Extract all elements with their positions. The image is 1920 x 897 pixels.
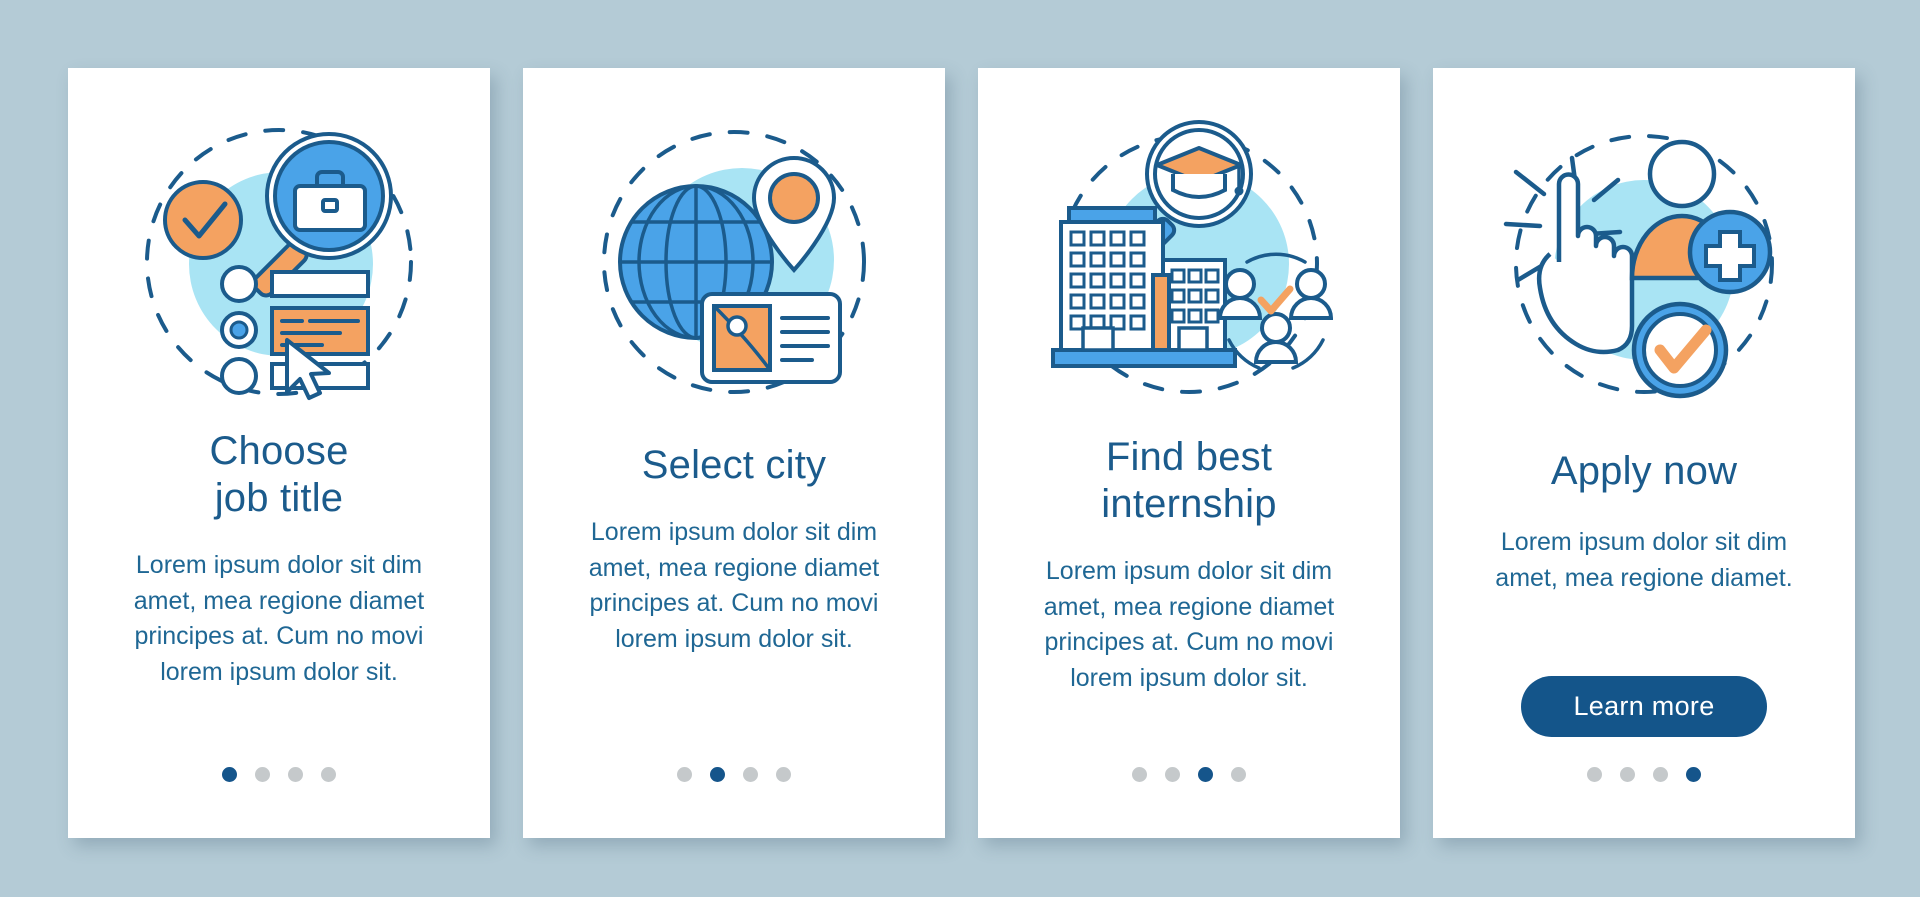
pagination-dot-1[interactable] xyxy=(1587,767,1602,782)
onboarding-card-find-best-internship[interactable]: Find best internship Lorem ipsum dolor s… xyxy=(978,68,1400,838)
pagination-dot-1[interactable] xyxy=(222,767,237,782)
pagination-dot-1[interactable] xyxy=(1132,767,1147,782)
onboarding-card-choose-job-title[interactable]: Choose job title Lorem ipsum dolor sit d… xyxy=(68,68,490,838)
job-search-illustration xyxy=(129,112,429,412)
card-title: Find best internship xyxy=(1101,435,1277,527)
card-body-text: Lorem ipsum dolor sit dim amet, mea regi… xyxy=(1495,528,1793,592)
onboarding-card-select-city[interactable]: Select city Lorem ipsum dolor sit dim am… xyxy=(523,68,945,838)
pagination-dots[interactable] xyxy=(1587,767,1701,782)
pagination-dot-3[interactable] xyxy=(1653,767,1668,782)
onboarding-screens-stage: Choose job title Lorem ipsum dolor sit d… xyxy=(0,0,1920,897)
pagination-dot-4[interactable] xyxy=(321,767,336,782)
card-title: Choose job title xyxy=(209,429,349,521)
card-body-text: Lorem ipsum dolor sit dim amet, mea regi… xyxy=(1043,557,1335,692)
onboarding-card-apply-now[interactable]: Apply now Lorem ipsum dolor sit dim amet… xyxy=(1433,68,1855,838)
pagination-dot-4[interactable] xyxy=(776,767,791,782)
pagination-dot-4[interactable] xyxy=(1231,767,1246,782)
campus-graduation-illustration xyxy=(1039,112,1339,412)
card-body-text: Lorem ipsum dolor sit dim amet, mea regi… xyxy=(133,551,425,686)
pagination-dots[interactable] xyxy=(222,767,336,782)
pagination-dot-4[interactable] xyxy=(1686,767,1701,782)
learn-more-button[interactable]: Learn more xyxy=(1521,676,1767,737)
pagination-dots[interactable] xyxy=(677,767,791,782)
pagination-dot-3[interactable] xyxy=(1198,767,1213,782)
globe-location-illustration xyxy=(584,112,884,412)
pagination-dot-2[interactable] xyxy=(1620,767,1635,782)
pagination-dot-3[interactable] xyxy=(288,767,303,782)
pagination-dots[interactable] xyxy=(1132,767,1246,782)
pagination-dot-2[interactable] xyxy=(1165,767,1180,782)
pagination-dot-1[interactable] xyxy=(677,767,692,782)
apply-click-illustration xyxy=(1494,112,1794,412)
card-body-text: Lorem ipsum dolor sit dim amet, mea regi… xyxy=(588,518,880,653)
pagination-dot-2[interactable] xyxy=(710,767,725,782)
pagination-dot-3[interactable] xyxy=(743,767,758,782)
card-title: Apply now xyxy=(1550,449,1738,493)
onboarding-card-list: Choose job title Lorem ipsum dolor sit d… xyxy=(68,68,1855,838)
card-title: Select city xyxy=(641,443,827,487)
pagination-dot-2[interactable] xyxy=(255,767,270,782)
